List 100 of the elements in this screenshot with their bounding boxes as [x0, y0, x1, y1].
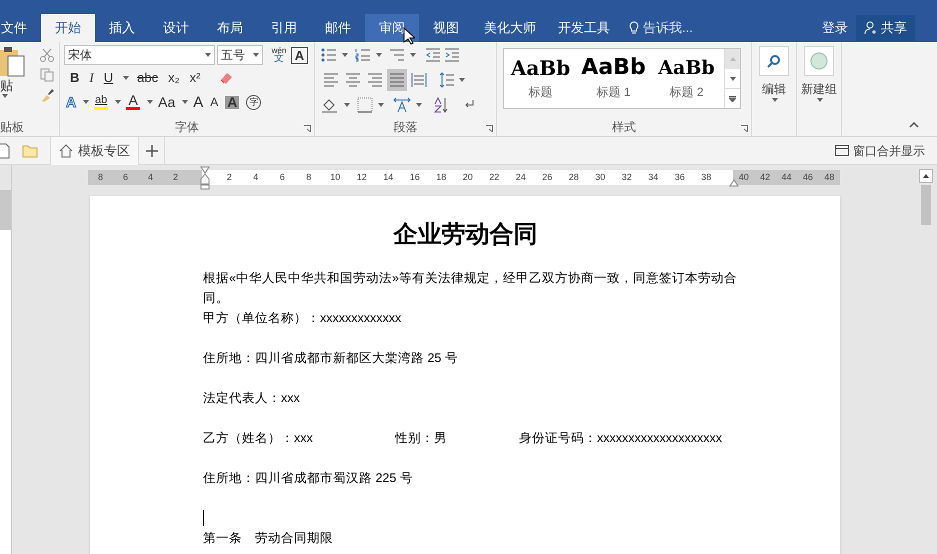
- window-icon: [835, 145, 849, 156]
- copy-icon[interactable]: [40, 68, 54, 82]
- character-border-button[interactable]: A: [291, 46, 308, 64]
- ruler-number: 6: [122, 170, 129, 184]
- right-indent-marker-icon[interactable]: [729, 179, 739, 187]
- group-label: 段落: [394, 119, 418, 136]
- format-button[interactable]: abc: [135, 68, 160, 88]
- collapse-ribbon-icon[interactable]: [909, 122, 919, 128]
- ribbon-tab[interactable]: 邮件: [311, 14, 365, 42]
- caret-up-icon: [923, 174, 929, 178]
- person-add-icon: [864, 21, 878, 35]
- text-cursor: [203, 510, 204, 526]
- character-spacing-icon[interactable]: [393, 97, 411, 113]
- ribbon-tab[interactable]: 布局: [203, 14, 257, 42]
- ruler-number: 30: [594, 170, 606, 184]
- home-icon: [59, 144, 73, 158]
- multilevel-list-icon[interactable]: [389, 48, 405, 62]
- font-size-value: 五号: [221, 47, 246, 64]
- group-label: 贴板: [0, 119, 24, 136]
- font-tool-button[interactable]: 字: [244, 94, 264, 110]
- align-justify-icon: [389, 72, 405, 88]
- decrease-indent-icon[interactable]: [425, 48, 441, 62]
- dialog-launcher-icon[interactable]: [486, 125, 493, 132]
- font-tool-button[interactable]: ab: [92, 94, 110, 110]
- share-button[interactable]: 共享: [856, 15, 915, 41]
- document-title: 企业劳动合同: [392, 218, 538, 250]
- caret-up-icon: [730, 57, 736, 61]
- format-button[interactable]: x²: [188, 68, 202, 88]
- format-button[interactable]: I: [87, 68, 96, 88]
- ribbon-tab[interactable]: 引用: [257, 14, 311, 42]
- ribbon-tab[interactable]: 文件: [0, 14, 41, 42]
- ribbon-tab[interactable]: 开始: [41, 14, 95, 42]
- ruler-number: 46: [802, 170, 814, 184]
- ruler-number: 26: [541, 170, 554, 184]
- numbering-icon[interactable]: [355, 48, 371, 62]
- font-size-dropdown[interactable]: 五号: [217, 45, 263, 65]
- caret-icon: [459, 78, 465, 82]
- caret-icon: [376, 53, 382, 57]
- template-tab[interactable]: 模板专区: [50, 136, 139, 164]
- ruler-number: 2: [172, 170, 179, 184]
- sign-in-link[interactable]: 登录: [814, 18, 856, 38]
- format-button[interactable]: U: [102, 68, 116, 88]
- font-tool-button[interactable]: Aa: [156, 96, 178, 108]
- ruler-number: 44: [780, 170, 793, 184]
- dialog-launcher-icon[interactable]: [304, 125, 311, 132]
- phonetic-guide-button[interactable]: wén 文: [269, 47, 289, 63]
- document-field: 身份证号码：xxxxxxxxxxxxxxxxxxxx: [519, 428, 722, 448]
- merge-windows-button[interactable]: 窗口合并显示: [835, 142, 925, 160]
- caret-down-icon: [730, 76, 736, 80]
- ribbon-tab[interactable]: 插入: [95, 14, 149, 42]
- scroll-up-button[interactable]: [919, 169, 933, 183]
- document-paragraph: 住所地：四川省成都市新都区大棠湾路 25 号: [203, 350, 459, 367]
- document-field: 乙方（姓名）：xxx: [203, 428, 395, 448]
- font-tool-button[interactable]: A: [223, 96, 242, 108]
- caret-icon: [410, 53, 416, 57]
- document-paragraph: 法定代表人：xxx: [203, 390, 301, 407]
- ruler-number: 40: [738, 170, 750, 184]
- borders-icon[interactable]: [357, 97, 373, 113]
- ruler-number: 38: [700, 170, 712, 184]
- ruler-number: 32: [620, 170, 633, 184]
- ruler-number: 36: [674, 170, 686, 184]
- ribbon-tab[interactable]: 美化大师: [473, 14, 547, 42]
- ruler-number: 20: [462, 170, 474, 184]
- document-icon[interactable]: [0, 142, 10, 158]
- format-button[interactable]: B: [68, 68, 82, 88]
- new-group-button[interactable]: 新建组: [801, 46, 837, 102]
- caret-icon: [2, 94, 8, 98]
- font-name-value: 宋体: [68, 47, 93, 64]
- ribbon-tab[interactable]: 视图: [419, 14, 473, 42]
- align-right-icon: [367, 72, 383, 88]
- font-tool-button[interactable]: A: [191, 96, 206, 108]
- ruler-number: 22: [488, 170, 500, 184]
- font-tool-button[interactable]: A: [124, 94, 142, 110]
- paste-button[interactable]: 贴: [0, 42, 32, 118]
- ruler-number: 2: [226, 170, 233, 184]
- document-paragraph: 住所地：四川省成都市蜀汉路 225 号: [203, 470, 414, 487]
- style-item[interactable]: AaBb 标题 1: [577, 49, 650, 108]
- ruler-number: 16: [408, 170, 421, 184]
- font-name-dropdown[interactable]: 宋体: [64, 45, 215, 65]
- align-button[interactable]: [387, 69, 407, 91]
- style-item[interactable]: AaBb 标题 2: [650, 49, 723, 108]
- scissors-icon[interactable]: [40, 48, 54, 62]
- increase-indent-icon[interactable]: [444, 48, 460, 62]
- scrollbar-thumb[interactable]: [921, 185, 931, 225]
- paintbrush-icon[interactable]: [40, 88, 54, 102]
- align-left-icon: [323, 72, 339, 88]
- ruler-number: 8: [305, 170, 312, 184]
- ribbon-tab[interactable]: 设计: [149, 14, 203, 42]
- font-tool-button[interactable]: A: [208, 96, 220, 108]
- bullets-icon[interactable]: [321, 48, 337, 62]
- line-spacing-icon[interactable]: [439, 72, 455, 88]
- indent-marker-icon[interactable]: [200, 166, 210, 190]
- dialog-launcher-icon[interactable]: [741, 125, 748, 132]
- style-item[interactable]: AaBb 标题: [504, 49, 577, 108]
- document-paragraph: 根据«中华人民中华共和国劳动法»等有关法律规定，经甲乙双方协商一致，同意签订本劳动合同。: [203, 270, 738, 307]
- tell-me-field[interactable]: 告诉我...: [643, 18, 713, 38]
- ribbon-tab[interactable]: 开发工具: [547, 14, 621, 42]
- ruler-number: 42: [759, 170, 772, 184]
- format-button[interactable]: x₂: [166, 68, 182, 88]
- sort-icon[interactable]: [433, 97, 449, 113]
